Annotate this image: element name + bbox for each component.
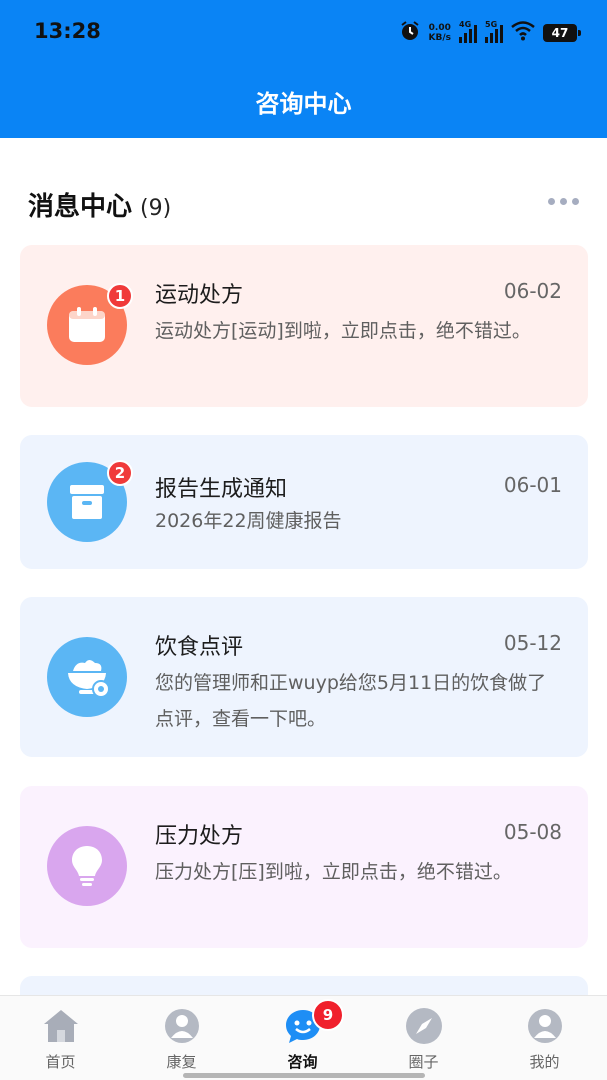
home-icon xyxy=(41,1006,81,1046)
home-indicator xyxy=(183,1073,425,1078)
speed-unit: KB/s xyxy=(428,33,451,43)
section-count: (9) xyxy=(140,196,172,221)
signal-4g-label: 4G xyxy=(459,20,472,29)
message-desc: 压力处方[压]到啦，立即点击，绝不错过。 xyxy=(155,861,512,883)
more-dot-icon xyxy=(572,198,579,205)
speed-value: 0.00 xyxy=(428,23,451,33)
nav-item-mine[interactable]: 我的 xyxy=(484,996,605,1080)
message-desc: 运动处方[运动]到啦，立即点击，绝不错过。 xyxy=(155,320,531,342)
message-date: 06-02 xyxy=(503,279,562,303)
message-card-partial[interactable] xyxy=(20,976,588,995)
message-title: 压力处方 xyxy=(155,824,244,849)
message-date: 05-08 xyxy=(503,820,562,844)
message-card-exercise[interactable]: 1 运动处方 06-02 运动处方[运动]到啦，立即点击，绝不错过。 xyxy=(20,245,588,407)
calendar-icon: 1 xyxy=(47,283,133,365)
section-header: 消息中心 (9) xyxy=(28,186,171,223)
wifi-icon xyxy=(511,21,535,45)
unread-badge: 1 xyxy=(107,283,133,309)
status-icons: 0.00 KB/s 4G 5G 47 xyxy=(399,20,581,46)
nav-item-rehab[interactable]: 康复 xyxy=(121,996,242,1080)
bottom-navigation: 首页 康复 9 咨询 圈子 我的 xyxy=(0,995,607,1080)
person-icon xyxy=(162,1006,202,1046)
signal-5g-icon: 5G xyxy=(485,20,503,43)
message-card-diet[interactable]: 饮食点评 05-12 您的管理师和正wuyp给您5月11日的饮食做了点评，查看一… xyxy=(20,597,588,757)
signal-5g-label: 5G xyxy=(485,20,498,29)
message-desc: 2026年22周健康报告 xyxy=(155,510,342,532)
app-header: 13:28 0.00 KB/s 4G 5G 47 咨询中心 xyxy=(0,0,607,138)
message-title: 报告生成通知 xyxy=(155,477,288,502)
profile-icon xyxy=(525,1006,565,1046)
nav-label: 咨询 xyxy=(287,1053,318,1071)
nav-label: 康复 xyxy=(166,1053,197,1071)
more-dot-icon xyxy=(560,198,567,205)
network-speed: 0.00 KB/s xyxy=(429,23,451,43)
nav-item-home[interactable]: 首页 xyxy=(0,996,121,1080)
message-title: 运动处方 xyxy=(155,283,244,308)
message-card-report[interactable]: 2 报告生成通知 06-01 2026年22周健康报告 xyxy=(20,435,588,569)
message-desc: 您的管理师和正wuyp给您5月11日的饮食做了点评，查看一下吧。 xyxy=(155,672,547,730)
nav-label: 我的 xyxy=(529,1053,560,1071)
archive-box-icon: 2 xyxy=(47,460,133,542)
message-date: 05-12 xyxy=(503,631,562,655)
lightbulb-icon xyxy=(47,826,127,906)
status-time: 13:28 xyxy=(34,19,101,43)
nav-item-consult[interactable]: 9 咨询 xyxy=(242,996,363,1080)
battery-icon: 47 xyxy=(543,24,581,42)
nav-label: 首页 xyxy=(45,1053,76,1071)
unread-badge: 2 xyxy=(107,460,133,486)
message-card-stress[interactable]: 压力处方 05-08 压力处方[压]到啦，立即点击，绝不错过。 xyxy=(20,786,588,948)
nav-label: 圈子 xyxy=(408,1053,439,1071)
message-center: 消息中心 (9) 1 运动处方 06-02 运动处方[运动]到啦，立即点击，绝不… xyxy=(0,138,607,995)
alarm-icon xyxy=(399,20,421,46)
signal-4g-icon: 4G xyxy=(459,20,477,43)
section-title: 消息中心 xyxy=(28,192,133,222)
status-bar: 13:28 0.00 KB/s 4G 5G 47 xyxy=(0,0,607,64)
page-title: 咨询中心 xyxy=(255,90,352,118)
message-title: 饮食点评 xyxy=(155,635,244,660)
rice-bowl-icon xyxy=(47,637,127,717)
nav-badge: 9 xyxy=(312,999,344,1031)
more-dot-icon xyxy=(548,198,555,205)
compass-icon xyxy=(404,1006,444,1046)
message-date: 06-01 xyxy=(503,473,562,497)
more-options-button[interactable] xyxy=(548,198,579,205)
nav-item-circle[interactable]: 圈子 xyxy=(363,996,484,1080)
